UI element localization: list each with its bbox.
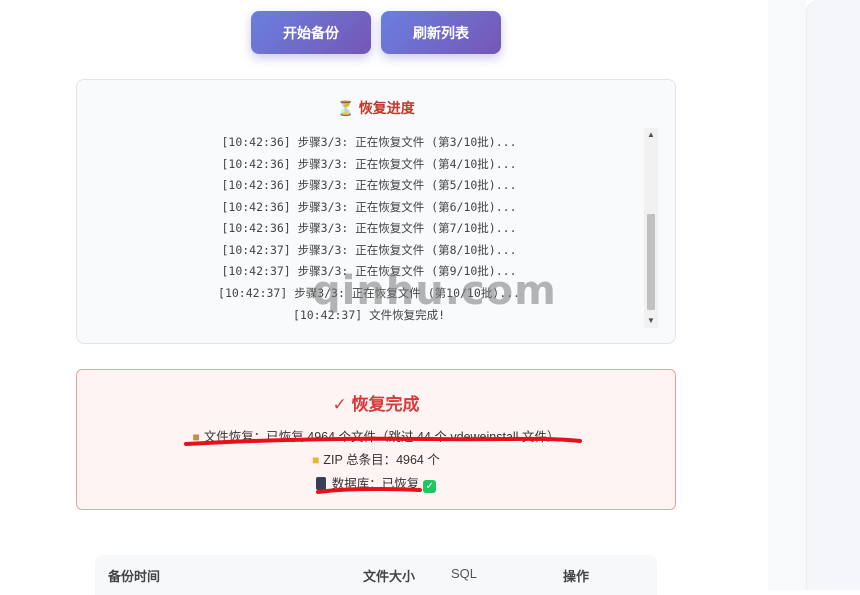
progress-title-text: 恢复进度 (358, 100, 415, 116)
scroll-down-arrow-icon[interactable]: ▼ (644, 314, 658, 328)
package-icon: ■ (192, 430, 200, 444)
start-backup-button[interactable]: 开始备份 (251, 11, 371, 54)
column-header-actions: 操作 (563, 569, 590, 584)
database-status-text: 数据库：已恢复 (331, 477, 420, 491)
database-line: 数据库：已恢复 ✓ (77, 473, 675, 493)
files-restored-text: 文件恢复：已恢复 4964 个文件（跳过 44 个 vdeweinstall 文… (203, 430, 560, 444)
scrollbar-thumb[interactable] (647, 214, 655, 310)
log-line: [10:42:37] 步骤3/3: 正在恢复文件 (第8/10批)... (221, 243, 517, 257)
check-icon: ✓ (423, 480, 437, 493)
page-gutter (768, 0, 806, 590)
database-icon (315, 477, 326, 490)
backup-table-header: 备份时间 文件大小 SQL 操作 (95, 555, 657, 595)
right-side-panel (806, 0, 860, 590)
zip-entries-line: ■ ZIP 总条目：4964 个 (77, 449, 675, 468)
log-scrollbar[interactable]: ▲ ▼ (644, 128, 658, 328)
log-line: [10:42:36] 步骤3/3: 正在恢复文件 (第6/10批)... (221, 200, 517, 214)
result-title: ✓ 恢复完成 (332, 395, 420, 414)
log-line: [10:42:36] 步骤3/3: 正在恢复文件 (第5/10批)... (221, 178, 517, 192)
progress-title: ⏳ 恢复进度 (77, 98, 675, 118)
refresh-list-button[interactable]: 刷新列表 (381, 11, 501, 54)
files-restored-line: ■ 文件恢复：已恢复 4964 个文件（跳过 44 个 vdeweinstall … (77, 426, 675, 445)
restore-result-panel: ✓ 恢复完成 ■ 文件恢复：已恢复 4964 个文件（跳过 44 个 vdewei… (76, 369, 676, 510)
folder-icon: ■ (312, 453, 320, 467)
column-header-file-size: 文件大小 (363, 569, 416, 584)
watermark: qinhu.com (312, 268, 557, 314)
log-line: [10:42:36] 步骤3/3: 正在恢复文件 (第4/10批)... (221, 157, 517, 171)
column-header-sql: SQL (451, 566, 478, 581)
column-header-backup-time: 备份时间 (108, 569, 161, 584)
zip-entries-text: ZIP 总条目：4964 个 (323, 453, 440, 467)
log-line: [10:42:36] 步骤3/3: 正在恢复文件 (第7/10批)... (221, 221, 517, 235)
scroll-up-arrow-icon[interactable]: ▲ (644, 128, 658, 142)
log-line: [10:42:36] 步骤3/3: 正在恢复文件 (第3/10批)... (221, 135, 517, 149)
hourglass-icon: ⏳ (337, 100, 355, 116)
